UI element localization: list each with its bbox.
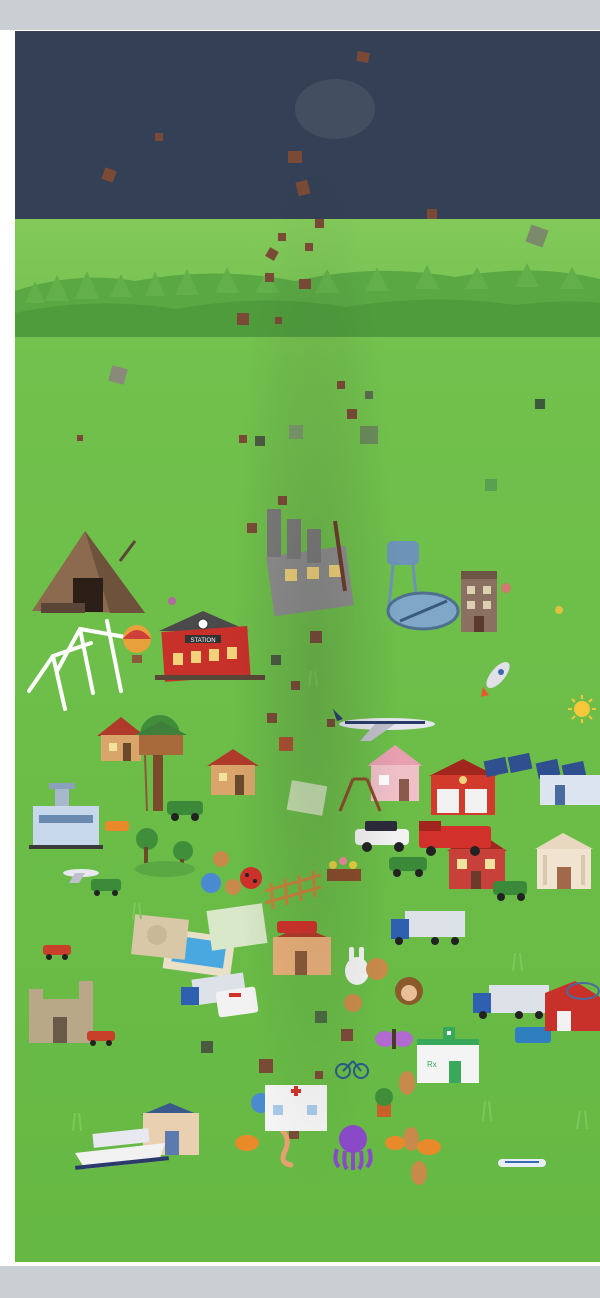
hills: [15, 263, 600, 337]
red-barn: [545, 981, 600, 1031]
fence: [264, 870, 322, 910]
pyramid-mine: [32, 531, 145, 613]
solar-panels: [483, 752, 600, 805]
orange-house: [273, 921, 331, 975]
bullet-train: [498, 1159, 546, 1167]
train-station: STATION: [155, 611, 265, 682]
factory: [266, 509, 354, 617]
flower-bed: [327, 857, 361, 881]
castle: [29, 981, 93, 1043]
ambulance: [215, 986, 259, 1018]
bicycle: [335, 1060, 369, 1079]
airport: [29, 783, 103, 849]
world-layer: STATION Rx: [15, 51, 600, 1185]
potted-plant: [375, 1088, 393, 1117]
pharmacy-sign: Rx: [427, 1060, 437, 1069]
hot-air-balloon: [123, 625, 151, 663]
bank: [535, 833, 593, 889]
water-tower: [386, 541, 460, 631]
sun-icon: [568, 695, 596, 723]
rocket: [481, 661, 510, 697]
ladybug: [240, 867, 262, 889]
police-car: [355, 821, 409, 852]
brick-building: [461, 571, 497, 632]
treehouse: [135, 715, 187, 812]
station-sign: STATION: [190, 638, 215, 644]
airplane: [333, 709, 435, 741]
game-canvas[interactable]: STATION Rx: [15, 31, 600, 1262]
wind-turbines: [27, 619, 127, 711]
hospital: [265, 1085, 327, 1131]
pharmacy: Rx: [417, 1027, 479, 1083]
swimming-pool: [131, 903, 268, 978]
